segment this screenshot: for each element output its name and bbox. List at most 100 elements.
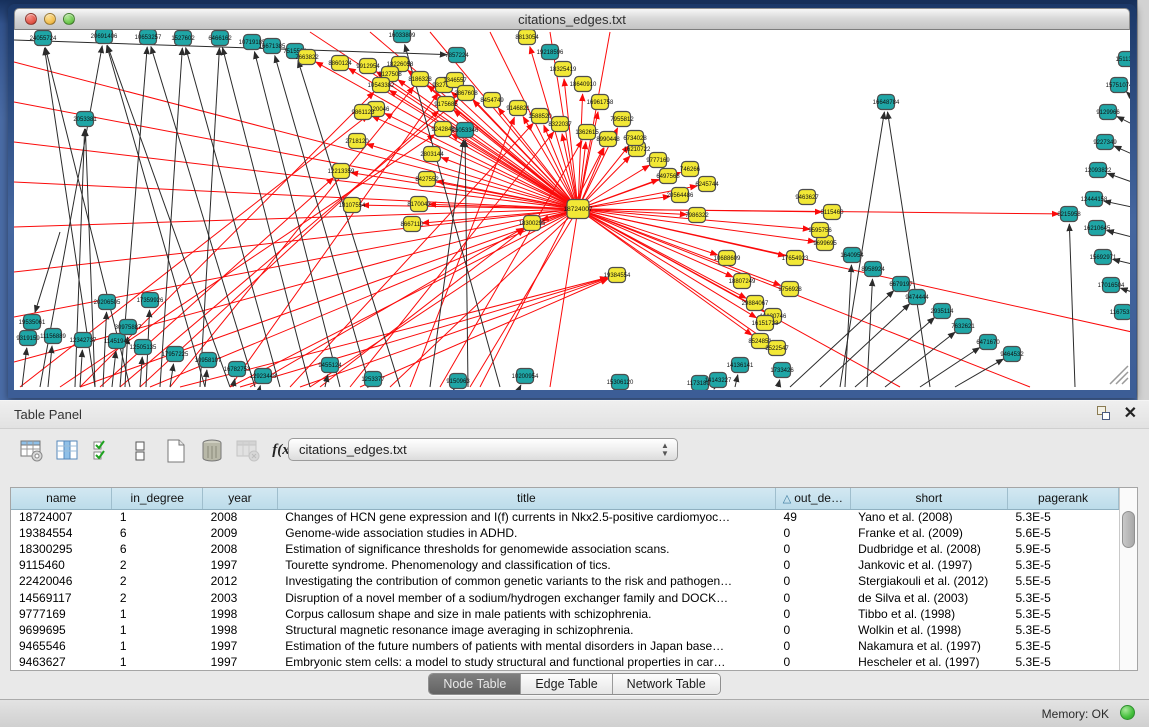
row-options-icon[interactable] (126, 437, 153, 464)
network-node[interactable]: 18807249 (729, 274, 756, 289)
network-node[interactable]: 15692971 (1090, 250, 1117, 265)
column-header-year[interactable]: year (203, 488, 278, 509)
column-header-name[interactable]: name (11, 488, 112, 509)
network-node[interactable]: 2803144 (420, 147, 444, 162)
table-selector-dropdown[interactable]: citations_edges.txt ▲▼ (288, 438, 678, 461)
network-node[interactable]: 17654923 (782, 251, 809, 266)
table-row[interactable]: 946362711997Embryonic stem cells: a mode… (11, 654, 1119, 670)
network-node[interactable]: 6466162 (208, 31, 232, 46)
network-node[interactable]: 20206505 (94, 295, 121, 310)
network-node[interactable]: 10200954 (512, 369, 539, 384)
table-settings-icon[interactable] (18, 437, 45, 464)
table-row[interactable]: 1456911722003Disruption of a novel membe… (11, 589, 1119, 605)
network-node[interactable]: 8215958 (1057, 207, 1081, 222)
network-node[interactable]: 8860124 (328, 56, 352, 71)
network-node[interactable]: 9861123 (352, 105, 376, 120)
table-row[interactable]: 2242004622012Investigating the contribut… (11, 573, 1119, 589)
network-node[interactable]: 6497568 (656, 169, 680, 184)
delete-rows-icon[interactable] (198, 437, 225, 464)
table-row[interactable]: 977716911998Corpus callosum shape and si… (11, 606, 1119, 622)
network-node[interactable]: 16961758 (587, 95, 614, 110)
network-node[interactable]: 30975887 (115, 320, 142, 335)
network-node[interactable]: 14136141 (727, 358, 754, 373)
network-node[interactable]: 8813054 (515, 30, 539, 45)
network-node[interactable]: 8454749 (480, 93, 504, 108)
network-node[interactable]: 9463627 (795, 190, 819, 205)
network-node[interactable]: 10688609 (714, 251, 741, 266)
network-node[interactable]: 16648784 (873, 95, 900, 110)
network-node[interactable]: 9175685 (434, 97, 458, 112)
network-node[interactable]: 1640954 (840, 248, 864, 263)
network-node[interactable]: 10653257 (135, 30, 162, 45)
network-node[interactable]: 9595756 (808, 223, 832, 238)
tab-edge-table[interactable]: Edge Table (521, 674, 612, 694)
table-row[interactable]: 1830029562008Estimation of significance … (11, 541, 1119, 557)
network-node[interactable]: 6471670 (976, 335, 1000, 350)
table-scrollbar[interactable] (1119, 488, 1137, 670)
network-node[interactable]: 1527602 (171, 31, 195, 46)
network-node[interactable]: 20564486 (667, 188, 694, 203)
network-node[interactable]: 9756928 (778, 282, 802, 297)
network-node[interactable]: 7632621 (951, 319, 975, 334)
network-node[interactable]: 6679197 (889, 277, 913, 292)
network-node[interactable]: 12444158 (1081, 192, 1108, 207)
new-table-icon[interactable] (162, 437, 189, 464)
network-hub-node[interactable]: 18724007 (564, 200, 593, 219)
network-node[interactable]: 7986322 (685, 208, 709, 223)
network-node[interactable]: 19535061 (19, 315, 46, 330)
close-panel-icon[interactable]: ✕ (1124, 406, 1137, 422)
table-row[interactable]: 946554611997Estimation of the future num… (11, 638, 1119, 654)
table-row[interactable]: 1938455462009Genome-wide association stu… (11, 525, 1119, 541)
column-header-title[interactable]: title (277, 488, 775, 509)
network-node[interactable]: 9777169 (646, 153, 670, 168)
network-node[interactable]: 2053381 (73, 112, 97, 127)
network-node[interactable]: 7857224 (445, 48, 469, 63)
network-node[interactable]: 11675333 (1110, 305, 1130, 320)
network-canvas[interactable]: 2405572420691406106532571527602646616210… (14, 30, 1130, 390)
tab-node-table[interactable]: Node Table (429, 674, 521, 694)
network-node[interactable]: 7663822 (295, 50, 319, 65)
network-node[interactable]: 9474444 (905, 290, 929, 305)
network-node[interactable]: 18325419 (550, 62, 577, 77)
network-node[interactable]: 8427552 (415, 172, 439, 187)
resize-grip[interactable] (1110, 366, 1128, 384)
network-node[interactable]: 2935114 (931, 304, 955, 319)
float-panel-icon[interactable] (1096, 406, 1112, 422)
network-node[interactable]: 9129966 (1096, 105, 1120, 120)
network-node[interactable]: 7955812 (610, 112, 634, 127)
network-node[interactable]: 8186328 (408, 72, 432, 87)
network-node[interactable]: 20691406 (91, 30, 118, 44)
network-node[interactable]: 12093822 (1085, 163, 1112, 178)
network-node[interactable]: 8958924 (861, 262, 885, 277)
select-columns-icon[interactable] (90, 437, 117, 464)
network-node[interactable]: 15306120 (607, 375, 634, 390)
network-node[interactable]: 9464532 (1000, 347, 1024, 362)
network-window-titlebar[interactable]: citations_edges.txt (14, 8, 1130, 30)
network-node[interactable]: 9115460 (821, 205, 845, 220)
network-node[interactable]: 12505135 (130, 340, 157, 355)
table-scrollbar-thumb[interactable] (1122, 511, 1135, 548)
network-node[interactable]: 16210645 (1084, 221, 1111, 236)
network-node[interactable]: 9150963 (446, 374, 470, 389)
network-node[interactable]: 2867608 (454, 86, 478, 101)
network-node[interactable]: 2718120 (345, 134, 369, 149)
table-row[interactable]: 969969511998Structural magnetic resonanc… (11, 622, 1119, 638)
show-columns-icon[interactable] (54, 437, 81, 464)
table-row[interactable]: 911546021997Tourette syndrome. Phenomeno… (11, 557, 1119, 573)
network-graph[interactable]: 2405572420691406106532571527602646616210… (14, 30, 1130, 390)
network-node[interactable]: 9242848 (431, 122, 455, 137)
network-node[interactable]: 18640910 (570, 77, 597, 92)
network-node[interactable]: 11156889 (40, 329, 66, 344)
network-node[interactable]: 6245744 (695, 177, 719, 192)
network-node[interactable]: 2522547 (765, 341, 789, 356)
network-node[interactable]: 1733426 (770, 363, 794, 378)
network-node[interactable]: 9146821 (506, 101, 530, 116)
network-node[interactable]: 9912954 (356, 59, 380, 74)
column-header-short[interactable]: short (850, 488, 1007, 509)
column-header-pagerank[interactable]: pagerank (1007, 488, 1118, 509)
network-node[interactable]: 9455124 (318, 358, 342, 373)
network-node[interactable]: 8990448 (596, 132, 620, 147)
network-node[interactable]: 17016504 (1098, 278, 1125, 293)
network-node[interactable]: 8322037 (548, 117, 572, 132)
network-node[interactable]: 16033809 (389, 30, 416, 43)
